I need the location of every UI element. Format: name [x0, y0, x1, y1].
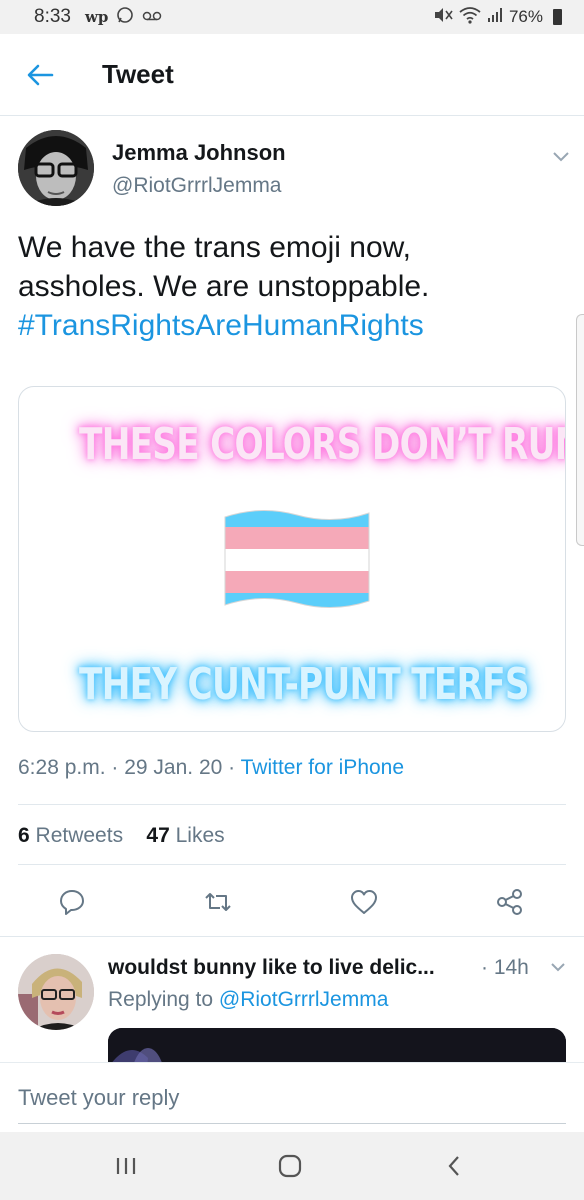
likes-label: Likes [175, 824, 225, 847]
flag-stripe [225, 549, 369, 572]
tweet-text-line-2: assholes. We are unstoppable. [18, 270, 430, 303]
chevron-down-icon [551, 963, 565, 972]
flag-stripe [225, 571, 369, 594]
status-bar: 8:33 wp 76% [0, 0, 584, 34]
heart-icon [351, 890, 377, 914]
wp-app-icon: wp [84, 8, 109, 26]
author-handle[interactable]: @RiotGrrrlJemma [112, 174, 282, 198]
system-nav-bar [0, 1132, 584, 1200]
home-icon [278, 1154, 302, 1178]
retweet-button[interactable] [202, 886, 234, 918]
recent-apps-button[interactable] [112, 1150, 140, 1182]
tweet-date: 29 Jan. 20 [124, 756, 223, 779]
reply-tweet[interactable]: wouldst bunny like to live delic... · 14… [0, 940, 584, 1064]
tweet-source-link[interactable]: Twitter for iPhone [241, 756, 404, 779]
reply-button[interactable] [56, 886, 88, 918]
voicemail-icon [142, 9, 162, 26]
system-back-button[interactable] [442, 1150, 466, 1182]
retweets-label: Retweets [35, 824, 124, 847]
media-top-text: THESE COLORS DON’T RUN [79, 419, 566, 470]
tweet-meta: 6:28 p.m. · 29 Jan. 20 · Twitter for iPh… [18, 756, 404, 780]
app-header: Tweet [0, 34, 584, 116]
reply-input-underline [18, 1123, 566, 1124]
media-bottom-text: THEY CUNT-PUNT TERFS [79, 659, 529, 710]
flag-stripe [225, 510, 369, 528]
likes-count: 47 [146, 824, 170, 847]
flag-stripe [225, 593, 369, 608]
reply-author-name[interactable]: wouldst bunny like to live delic... [108, 956, 435, 980]
signal-icon [487, 7, 503, 28]
retweets-stat[interactable]: 6 Retweets [18, 824, 123, 847]
retweets-count: 6 [18, 824, 30, 847]
retweet-icon [205, 893, 231, 911]
replying-mention-link[interactable]: @RiotGrrrlJemma [219, 988, 389, 1011]
scrollbar[interactable] [576, 314, 584, 546]
divider [18, 864, 566, 865]
tweet-text-line-1: We have the trans emoji now, [18, 231, 411, 264]
transgender-flag-icon [224, 509, 370, 609]
status-right: 76% [433, 6, 562, 29]
home-button[interactable] [276, 1150, 304, 1182]
arrow-left-icon [27, 64, 54, 85]
reply-time: · 14h [481, 956, 529, 979]
chevron-left-icon [448, 1156, 459, 1176]
tweet-stats: 6 Retweets 47 Likes [18, 824, 225, 848]
divider [0, 936, 584, 937]
reply-composer: Tweet your reply [0, 1062, 584, 1132]
hashtag-link[interactable]: #TransRightsAreHumanRights [18, 306, 568, 345]
replying-to: Replying to @RiotGrrrlJemma [108, 988, 388, 1012]
status-app-icons: wp [85, 6, 162, 28]
recents-icon [116, 1158, 136, 1174]
share-icon [497, 889, 522, 915]
tweet-media-image[interactable]: THESE COLORS DON’T RUN THEY CUNT-PUNT TE… [18, 386, 566, 732]
battery-icon [553, 9, 562, 25]
author-name[interactable]: Jemma Johnson [112, 140, 286, 166]
meta-separator: · [111, 756, 125, 779]
reply-author-avatar[interactable] [18, 954, 94, 1030]
mute-icon [433, 6, 453, 29]
page-title: Tweet [102, 59, 174, 89]
replying-prefix: Replying to [108, 988, 214, 1011]
flag-stripe [225, 527, 369, 550]
back-button[interactable] [20, 55, 60, 95]
chevron-down-icon [553, 152, 569, 162]
like-button[interactable] [348, 886, 380, 918]
author-avatar[interactable] [18, 130, 94, 206]
wifi-icon [459, 6, 481, 29]
reply-media-image[interactable] [108, 1028, 566, 1064]
battery-percent: 76% [508, 7, 543, 26]
tweet-time: 6:28 p.m. [18, 756, 106, 779]
meta-separator: · [228, 756, 241, 779]
tweet-menu-button[interactable] [552, 150, 570, 168]
reply-time-value: 14h [493, 956, 529, 979]
tweet-author-row: Jemma Johnson @RiotGrrrlJemma [18, 130, 574, 210]
reply-menu-button[interactable] [550, 960, 566, 978]
share-button[interactable] [494, 886, 526, 918]
whatsapp-icon [116, 6, 134, 28]
divider [18, 804, 566, 805]
tweet-actions [0, 886, 584, 926]
tweet-text: We have the trans emoji now, assholes. W… [18, 228, 568, 345]
likes-stat[interactable]: 47 Likes [146, 824, 224, 847]
status-time: 8:33 [34, 6, 71, 27]
reply-icon [60, 890, 84, 915]
reply-input[interactable]: Tweet your reply [18, 1085, 179, 1111]
